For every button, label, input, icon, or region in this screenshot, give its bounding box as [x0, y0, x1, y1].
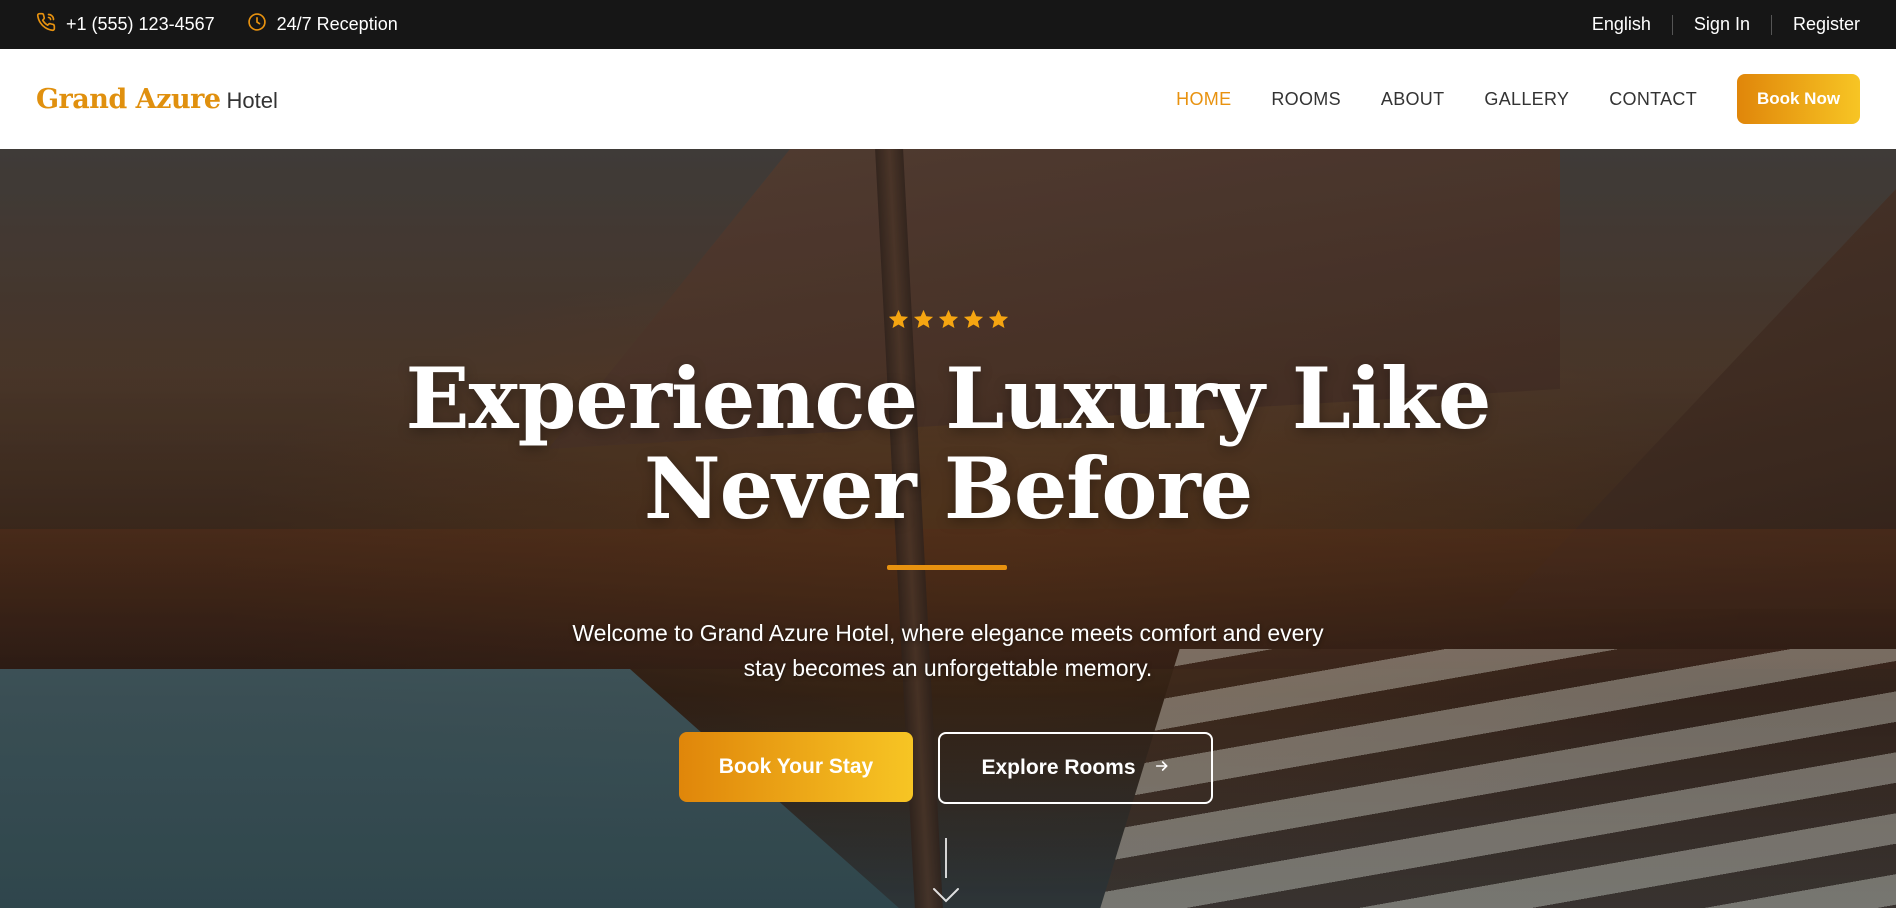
divider [1770, 14, 1772, 35]
clock-icon [247, 12, 267, 37]
headline-line-2: Never Before [643, 439, 1253, 538]
logo-brand: Grand Azure [36, 83, 221, 115]
main-navigation: Grand Azure Hotel HOME ROOMS ABOUT GALLE… [0, 49, 1896, 149]
reception-info: 24/7 Reception [247, 12, 398, 37]
explore-rooms-label: Explore Rooms [981, 756, 1136, 779]
star-icon [962, 308, 985, 336]
phone-icon [36, 12, 56, 37]
nav-item-about[interactable]: ABOUT [1381, 89, 1445, 110]
explore-rooms-button[interactable]: Explore Rooms [938, 732, 1213, 804]
nav-menu: HOME ROOMS ABOUT GALLERY CONTACT Book No… [1136, 74, 1860, 124]
top-bar-contact: +1 (555) 123-4567 24/7 Reception [36, 12, 430, 37]
top-bar: +1 (555) 123-4567 24/7 Reception English… [0, 0, 1896, 49]
book-now-button[interactable]: Book Now [1737, 74, 1860, 124]
signin-link[interactable]: Sign In [1694, 14, 1750, 35]
chevron-down-icon[interactable] [932, 885, 960, 905]
star-icon [937, 308, 960, 336]
star-icon [987, 308, 1010, 336]
logo-suffix: Hotel [226, 87, 278, 113]
top-bar-account: English Sign In Register [1592, 14, 1860, 35]
phone-contact[interactable]: +1 (555) 123-4567 [36, 12, 215, 37]
welcome-line-1: Welcome to Grand Azure Hotel, where eleg… [572, 620, 1324, 646]
nav-item-home[interactable]: HOME [1176, 89, 1231, 110]
register-link[interactable]: Register [1793, 14, 1860, 35]
hero-headline: Experience Luxury Like Never Before [0, 354, 1896, 534]
headline-underline [887, 565, 1007, 570]
headline-line-1: Experience Luxury Like [405, 349, 1491, 448]
hero-welcome-text: Welcome to Grand Azure Hotel, where eleg… [0, 616, 1896, 686]
logo[interactable]: Grand Azure Hotel [36, 84, 278, 115]
star-icon [912, 308, 935, 336]
hero-section: Experience Luxury Like Never Before Welc… [0, 149, 1896, 908]
book-your-stay-button[interactable]: Book Your Stay [679, 732, 913, 802]
welcome-line-2: stay becomes an unforgettable memory. [743, 655, 1153, 681]
phone-number: +1 (555) 123-4567 [66, 14, 215, 34]
star-icon [887, 308, 910, 336]
language-selector[interactable]: English [1592, 14, 1651, 35]
reception-label: 24/7 Reception [276, 14, 398, 34]
star-rating [0, 308, 1896, 336]
nav-item-gallery[interactable]: GALLERY [1484, 89, 1569, 110]
nav-item-contact[interactable]: CONTACT [1609, 89, 1697, 110]
divider [1671, 14, 1673, 35]
nav-item-rooms[interactable]: ROOMS [1271, 89, 1341, 110]
scroll-indicator-line [945, 838, 947, 878]
arrow-right-icon [1154, 756, 1170, 780]
